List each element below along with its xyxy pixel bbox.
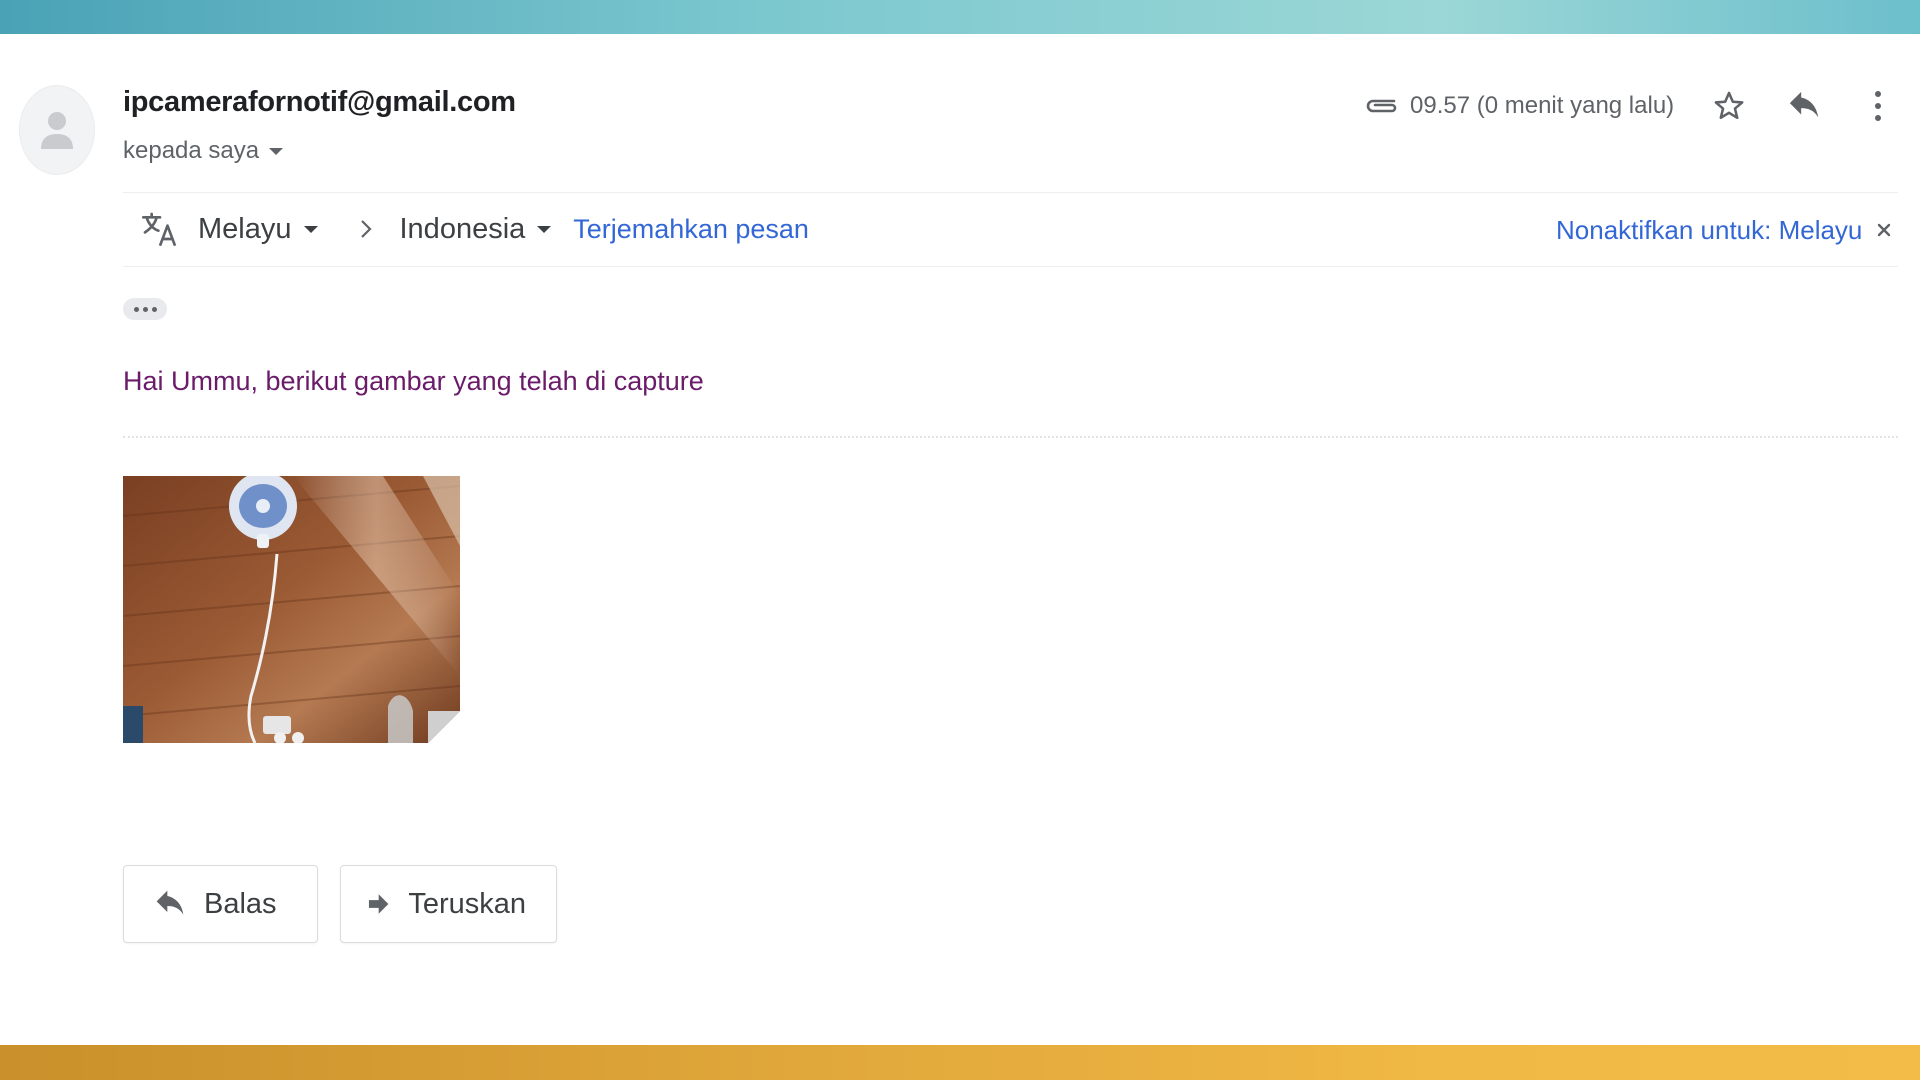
top-decorative-band [0, 0, 1920, 34]
message-body: Hai Ummu, berikut gambar yang telah di c… [123, 366, 704, 396]
more-options-button[interactable] [1856, 84, 1900, 128]
forward-icon [368, 894, 389, 914]
translation-bar: Melayu Indonesia Terjemahkan pesan [140, 207, 809, 251]
sender-email[interactable]: ipcamerafornotif@gmail.com [123, 86, 516, 119]
reply-icon-button[interactable] [1782, 84, 1826, 128]
paperclip-icon [1366, 99, 1397, 113]
translate-icon [142, 212, 177, 247]
chevron-right-icon [360, 220, 372, 238]
source-language-label: Melayu [198, 212, 292, 245]
translate-message-link[interactable]: Terjemahkan pesan [573, 214, 809, 245]
more-vert-icon [1875, 91, 1881, 121]
reply-icon [156, 890, 184, 915]
message-time: 09.57 (0 menit yang lalu) [1410, 92, 1675, 119]
forward-button[interactable]: Teruskan [340, 865, 557, 943]
close-icon[interactable] [1876, 222, 1892, 238]
message-meta: 09.57 (0 menit yang lalu) [1364, 88, 1674, 124]
disable-translation: Nonaktifkan untuk: Melayu [1556, 210, 1892, 250]
reply-button[interactable]: Balas [123, 865, 318, 943]
person-icon [41, 112, 73, 149]
chevron-down-icon [537, 225, 552, 233]
reply-button-label: Balas [204, 887, 277, 920]
header-divider [123, 192, 1898, 193]
star-button[interactable] [1707, 84, 1751, 128]
target-language-select[interactable]: Indonesia [400, 213, 552, 246]
recipient-dropdown[interactable]: kepada saya [123, 137, 284, 165]
forward-button-label: Teruskan [408, 887, 526, 920]
reply-icon [1789, 91, 1819, 118]
sender-avatar [19, 85, 95, 175]
chevron-down-icon [303, 225, 318, 233]
show-trimmed-content-button[interactable] [123, 298, 167, 320]
source-language-select[interactable]: Melayu [198, 213, 318, 246]
translation-divider [123, 266, 1898, 267]
image-attachment-thumbnail[interactable] [123, 476, 460, 743]
recipient-label: kepada saya [123, 137, 260, 164]
body-divider [123, 436, 1898, 438]
camera-capture-image [123, 476, 460, 743]
chevron-down-icon [269, 147, 284, 155]
star-icon [1714, 91, 1744, 120]
disable-translation-link[interactable]: Nonaktifkan untuk: Melayu [1556, 215, 1862, 246]
target-language-label: Indonesia [399, 212, 526, 245]
bottom-decorative-band [0, 1045, 1920, 1080]
